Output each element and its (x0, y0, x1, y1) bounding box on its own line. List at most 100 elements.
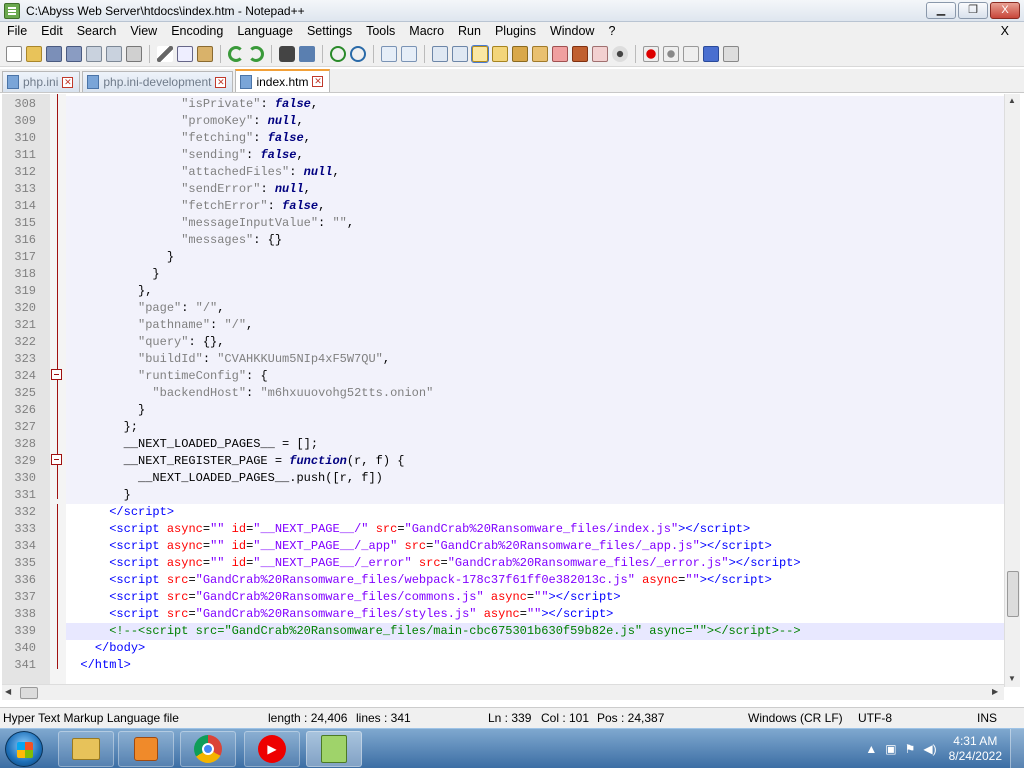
record-macro-icon[interactable] (643, 45, 659, 62)
menu-help[interactable]: ? (601, 22, 622, 41)
minimize-button[interactable]: ▁ (926, 2, 956, 19)
volume-icon[interactable]: ◀) (923, 742, 936, 756)
code-line[interactable]: 326 } (2, 402, 1004, 419)
scroll-thumb[interactable] (20, 687, 38, 699)
taskbar-youtube-music-icon[interactable]: ▶ (244, 731, 300, 767)
monitoring-icon[interactable] (572, 45, 588, 62)
scroll-thumb[interactable] (1007, 571, 1019, 617)
word-wrap-icon[interactable] (432, 45, 448, 62)
menu-macro[interactable]: Macro (402, 22, 451, 41)
close-all-icon[interactable] (106, 45, 122, 62)
code-line[interactable]: 308 "isPrivate": false, (2, 96, 1004, 113)
show-desktop-button[interactable] (1010, 729, 1024, 769)
code-line[interactable]: 320 "page": "/", (2, 300, 1004, 317)
code-line[interactable]: 317 } (2, 249, 1004, 266)
clock[interactable]: 4:31 AM 8/24/2022 (949, 734, 1002, 764)
code-line[interactable]: 313 "sendError": null, (2, 181, 1004, 198)
close-file-icon[interactable] (86, 45, 102, 62)
fold-collapse-icon[interactable] (51, 454, 62, 465)
code-line[interactable]: 339 <!--<script src="GandCrab%20Ransomwa… (2, 623, 1004, 640)
code-line[interactable]: 319 }, (2, 283, 1004, 300)
menu-file[interactable]: File (0, 22, 34, 41)
sync-vertical-icon[interactable] (381, 45, 397, 62)
code-line[interactable]: 336 <script src="GandCrab%20Ransomware_f… (2, 572, 1004, 589)
scroll-down-icon[interactable]: ▼ (1008, 674, 1016, 683)
menu-language[interactable]: Language (230, 22, 300, 41)
code-line[interactable]: 315 "messageInputValue": "", (2, 215, 1004, 232)
taskbar-chrome-icon[interactable] (180, 731, 236, 767)
doc-map-icon[interactable] (512, 45, 528, 62)
horizontal-scrollbar[interactable]: ◀ ▶ (2, 684, 1004, 700)
play-multiple-macro-icon[interactable] (703, 45, 719, 62)
code-line[interactable]: 338 <script src="GandCrab%20Ransomware_f… (2, 606, 1004, 623)
code-line[interactable]: 311 "sending": false, (2, 147, 1004, 164)
tab-close-icon[interactable]: ✕ (312, 76, 324, 87)
stop-macro-icon[interactable] (663, 45, 679, 62)
code-line[interactable]: 323 "buildId": "CVAHKKUum5NIp4xF5W7QU", (2, 351, 1004, 368)
taskbar-notepadpp-icon[interactable] (306, 731, 362, 767)
eye-icon[interactable] (612, 45, 628, 62)
show-all-chars-icon[interactable] (452, 45, 468, 62)
folder-as-workspace-icon[interactable] (592, 45, 608, 62)
code-line[interactable]: 329 __NEXT_REGISTER_PAGE = function(r, f… (2, 453, 1004, 470)
open-file-icon[interactable] (26, 45, 42, 62)
menu-view[interactable]: View (123, 22, 164, 41)
zoom-in-icon[interactable] (330, 45, 346, 62)
code-line[interactable]: 330 __NEXT_LOADED_PAGES__.push([r, f]) (2, 470, 1004, 487)
menu-encoding[interactable]: Encoding (164, 22, 230, 41)
print-icon[interactable] (126, 45, 142, 62)
menu-tools[interactable]: Tools (359, 22, 402, 41)
code-line[interactable]: 337 <script src="GandCrab%20Ransomware_f… (2, 589, 1004, 606)
cut-icon[interactable] (157, 45, 173, 62)
code-line[interactable]: 340 </body> (2, 640, 1004, 657)
network-icon[interactable]: ▣ (885, 742, 896, 756)
menu-window[interactable]: Window (543, 22, 601, 41)
taskbar-media-player-icon[interactable] (118, 731, 174, 767)
code-line[interactable]: 341 </html> (2, 657, 1004, 674)
menu-plugins[interactable]: Plugins (488, 22, 543, 41)
find-icon[interactable] (279, 45, 295, 62)
status-insert-mode[interactable]: INS (977, 711, 997, 725)
new-file-icon[interactable] (6, 45, 22, 62)
code-line[interactable]: 332 </script> (2, 504, 1004, 521)
code-line[interactable]: 321 "pathname": "/", (2, 317, 1004, 334)
scroll-left-icon[interactable]: ◀ (5, 687, 11, 696)
code-line[interactable]: 322 "query": {}, (2, 334, 1004, 351)
save-icon[interactable] (46, 45, 62, 62)
status-encoding[interactable]: UTF-8 (858, 711, 892, 725)
sync-horizontal-icon[interactable] (401, 45, 417, 62)
indent-guide-icon[interactable] (471, 44, 489, 63)
maximize-button[interactable]: ❐ (958, 2, 988, 19)
undo-icon[interactable] (228, 45, 244, 62)
start-button[interactable] (5, 731, 43, 767)
code-line[interactable]: 325 "backendHost": "m6hxuuovohg52tts.oni… (2, 385, 1004, 402)
zoom-out-icon[interactable] (350, 45, 366, 62)
status-eol[interactable]: Windows (CR LF) (748, 711, 843, 725)
menu-search[interactable]: Search (70, 22, 124, 41)
play-macro-icon[interactable] (683, 45, 699, 62)
action-center-icon[interactable]: ⚑ (905, 742, 916, 756)
code-line[interactable]: 324 "runtimeConfig": { (2, 368, 1004, 385)
function-list-icon[interactable] (532, 45, 548, 62)
folder-workspace-icon[interactable] (552, 45, 568, 62)
code-line[interactable]: 318 } (2, 266, 1004, 283)
tab-close-icon[interactable]: ✕ (215, 76, 227, 88)
code-line[interactable]: 333 <script async="" id="__NEXT_PAGE__/"… (2, 521, 1004, 538)
vertical-scrollbar[interactable]: ▲ ▼ (1004, 94, 1020, 687)
code-line[interactable]: 328 __NEXT_LOADED_PAGES__ = []; (2, 436, 1004, 453)
close-document-button[interactable]: X (994, 22, 1016, 41)
code-line[interactable]: 312 "attachedFiles": null, (2, 164, 1004, 181)
tab-php-ini-development[interactable]: php.ini-development ✕ (82, 71, 234, 92)
tab-php-ini[interactable]: php.ini ✕ (2, 71, 81, 92)
code-line[interactable]: 309 "promoKey": null, (2, 113, 1004, 130)
notepadpp-app-icon[interactable] (4, 2, 20, 19)
code-line[interactable]: 335 <script async="" id="__NEXT_PAGE__/_… (2, 555, 1004, 572)
paste-icon[interactable] (197, 45, 213, 62)
save-macro-icon[interactable] (723, 45, 739, 62)
fold-collapse-icon[interactable] (51, 369, 62, 380)
code-line[interactable]: 310 "fetching": false, (2, 130, 1004, 147)
menu-edit[interactable]: Edit (34, 22, 70, 41)
code-line[interactable]: 327 }; (2, 419, 1004, 436)
show-hidden-icons-icon[interactable]: ▲ (865, 742, 877, 756)
code-line[interactable]: 334 <script async="" id="__NEXT_PAGE__/_… (2, 538, 1004, 555)
